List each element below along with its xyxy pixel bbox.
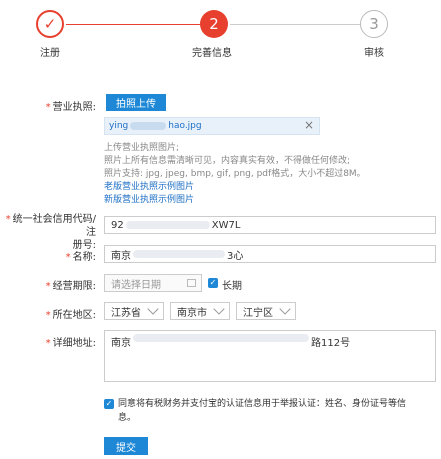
license-hint-2: 照片上所有信息需清晰可见，内容真实有效，不得做任何修改; [104, 156, 351, 166]
district-select[interactable]: 江宁区 [236, 302, 296, 320]
long-term-label: 长期 [222, 281, 242, 292]
region-label: * 所在地区: [45, 310, 96, 321]
address-textarea[interactable]: 南京 路112号 [104, 330, 436, 382]
business-term-date-input[interactable]: 请选择日期 [104, 274, 202, 292]
name-input[interactable]: 南京 3心 [104, 245, 436, 263]
chevron-down-icon [213, 303, 225, 315]
uploaded-file-name: ying hao.jpg [109, 121, 202, 131]
step-review-number: 3 [360, 10, 388, 38]
credit-code-input[interactable]: 92 XW7L [104, 216, 436, 234]
uploaded-file: ying hao.jpg × [104, 117, 320, 135]
remove-file-close-icon[interactable]: × [304, 118, 314, 132]
license-hint-1: 上传营业执照图片; [104, 143, 180, 153]
old-license-example-link[interactable]: 老版营业执照示例图片 [104, 179, 194, 192]
step-register-check-icon: ✓ [36, 10, 64, 38]
license-hint-3: 照片支持: jpg, jpeg, bmp, gif, png, pdf格式，大小… [104, 169, 366, 179]
long-term-checkbox[interactable]: ✓ [208, 278, 218, 288]
upload-photo-button[interactable]: 拍照上传 [106, 94, 166, 111]
province-select[interactable]: 江苏省 [104, 302, 164, 320]
business-term-label: * 经营期限: [45, 281, 96, 292]
chevron-down-icon [147, 303, 159, 315]
step-label-complete-info: 完善信息 [192, 48, 232, 59]
city-select[interactable]: 南京市 [170, 302, 230, 320]
license-label: * 营业执照: [45, 102, 96, 113]
credit-code-label: * 统一社会信用代码/注 册号: [5, 214, 96, 251]
address-label: * 详细地址: [45, 338, 96, 349]
calendar-icon [187, 279, 196, 287]
step-complete-info-number: 2 [200, 10, 228, 38]
name-label: * 名称: [65, 252, 96, 263]
submit-button[interactable]: 提交 [104, 437, 148, 455]
step-line-1 [66, 24, 201, 25]
step-label-register: 注册 [40, 48, 60, 59]
new-license-example-link[interactable]: 新版营业执照示例图片 [104, 192, 194, 205]
step-label-review: 审核 [364, 48, 384, 59]
chevron-down-icon [279, 303, 291, 315]
agreement-checkbox[interactable]: ✓ [104, 399, 114, 409]
step-line-2 [230, 24, 362, 25]
agreement-text: 同意将有税财务并支付宝的认证信息用于举报认证：姓名、身份证号等信 息。 [118, 399, 407, 423]
